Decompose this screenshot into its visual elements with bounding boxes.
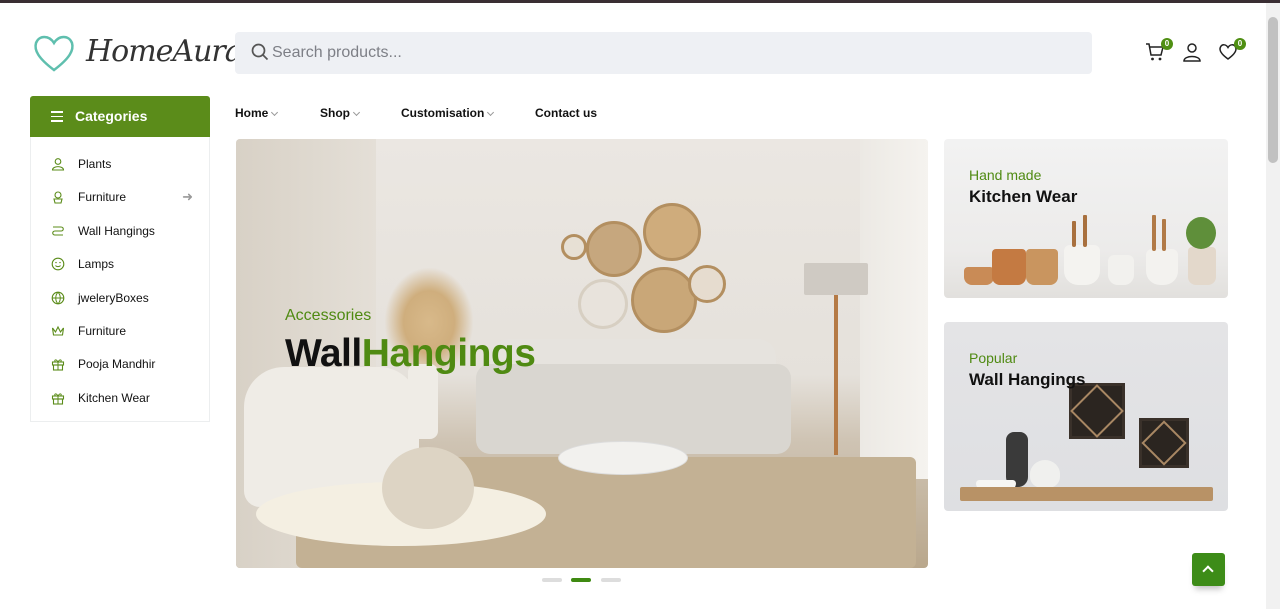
banner-wall-hangings[interactable]: Popular Wall Hangings [944,322,1228,511]
category-label: Furniture [78,324,127,338]
account-button[interactable] [1182,42,1204,64]
logo[interactable]: HomeAura [32,30,243,80]
logo-text: HomeAura [86,34,243,69]
hero-subtitle: Accessories [285,307,372,324]
floor-lamp-image [804,263,868,295]
hanger-icon [52,226,64,236]
wishlist-button[interactable]: 0 [1218,38,1246,64]
slider-dot-active[interactable] [571,578,591,582]
banner-subtitle: Hand made [969,167,1042,183]
page-scrollbar[interactable] [1266,3,1280,609]
category-label: jweleryBoxes [78,291,149,305]
chevron-up-icon [1202,565,1214,577]
gift-icon [51,359,65,371]
pouf-image [382,447,474,529]
category-item-plants[interactable]: Plants [31,149,209,179]
chevron-down-icon [271,108,279,117]
crown-icon [51,325,65,336]
heart-logo-icon [34,35,74,72]
category-label: Kitchen Wear [78,391,150,405]
search-icon [251,43,269,61]
scrollbar-thumb[interactable] [1268,17,1278,163]
cart-button[interactable]: 0 [1145,38,1173,64]
hero-slider[interactable]: Accessories WallHangings [236,139,928,568]
nav-home[interactable]: Home [235,106,279,120]
nav-label: Shop [320,106,350,120]
smile-icon [51,257,65,271]
banner-title: Kitchen Wear [969,187,1078,206]
category-label: Wall Hangings [78,224,155,238]
slider-dot[interactable] [542,578,562,582]
nav-label: Home [235,106,269,120]
gift-icon [51,393,65,405]
category-item-lamps[interactable]: Lamps [31,249,209,279]
search-bar[interactable] [235,32,1092,74]
globe-icon [51,291,65,305]
categories-list: Plants Furniture ➜ Wall Hangings Lamps j… [30,137,210,422]
category-item-jwelery-boxes[interactable]: jweleryBoxes [31,283,209,313]
category-item-furniture[interactable]: Furniture ➜ [31,182,209,212]
category-item-pooja-mandhir[interactable]: Pooja Mandhir [31,349,209,379]
banner-kitchen-wear[interactable]: Hand made Kitchen Wear [944,139,1228,298]
coffee-table-image [558,441,688,475]
scroll-to-top-button[interactable] [1192,553,1225,586]
category-item-kitchen-wear[interactable]: Kitchen Wear [31,383,209,413]
wishlist-count-badge: 0 [1234,38,1246,50]
nav-label: Customisation [401,106,485,120]
plant-icon [53,191,63,204]
category-item-wall-hangings[interactable]: Wall Hangings [31,216,209,246]
person-icon [51,158,65,171]
slider-dot[interactable] [601,578,621,582]
nav-label: Contact us [535,106,598,120]
search-input[interactable] [272,32,1072,74]
hero-title-part1: Wall [285,332,362,375]
cart-count-badge: 0 [1161,38,1173,50]
category-label: Furniture [78,190,127,204]
top-border [0,0,1280,3]
chevron-down-icon [487,108,495,117]
nav-contact[interactable]: Contact us [535,106,597,120]
categories-toggle[interactable]: Categories [30,96,210,137]
menu-icon [51,111,63,122]
hero-title-part2: Hangings [361,332,536,375]
chevron-down-icon [352,108,361,117]
nav-customisation[interactable]: Customisation [401,106,495,120]
arrow-right-icon: ➜ [182,189,193,204]
category-label: Lamps [78,257,115,271]
nav-shop[interactable]: Shop [320,106,361,120]
category-label: Plants [78,157,112,171]
banner-title: Wall Hangings [969,370,1086,389]
category-item-furniture-2[interactable]: Furniture [31,316,209,346]
hero-title: WallHangings [285,332,536,376]
user-icon [1183,43,1201,62]
category-label: Pooja Mandhir [78,357,156,371]
banner-subtitle: Popular [969,350,1018,366]
categories-title: Categories [75,108,148,124]
